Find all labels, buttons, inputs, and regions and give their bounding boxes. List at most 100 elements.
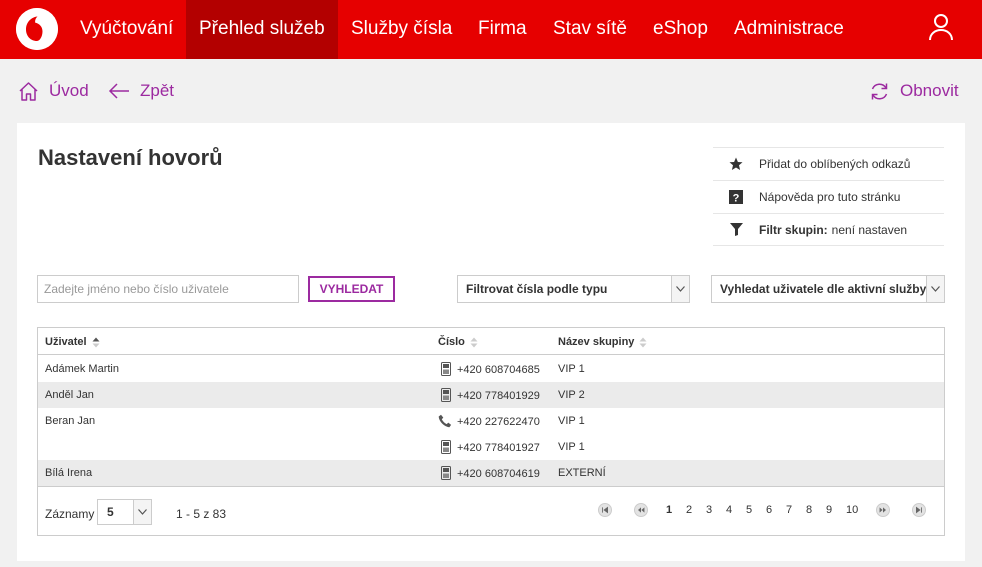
group-filter-link[interactable]: Filtr skupin: není nastaven	[713, 213, 944, 246]
group-filter-label: Filtr skupin:	[759, 222, 828, 237]
chevron-down-icon	[926, 276, 944, 302]
filter-icon	[713, 223, 759, 236]
mobile-icon	[441, 388, 451, 402]
nav-stav-site[interactable]: Stav sítě	[540, 0, 640, 59]
cell-number: +420 778401927	[440, 440, 540, 454]
main-panel: Nastavení hovorů Přidat do oblíbených od…	[17, 123, 965, 561]
cell-number-text: +420 227622470	[457, 415, 540, 428]
cell-group: VIP 1	[558, 441, 585, 453]
table-row[interactable]: Beran Jan +420 227622470 VIP 1	[38, 408, 944, 434]
refresh-link[interactable]: Obnovit	[869, 76, 959, 106]
page-3[interactable]: 3	[706, 504, 712, 516]
nav-eshop[interactable]: eShop	[640, 0, 721, 59]
add-favorite-link[interactable]: Přidat do oblíbených odkazů	[713, 147, 944, 180]
home-icon	[19, 81, 38, 101]
mobile-icon	[441, 440, 451, 454]
page-2[interactable]: 2	[686, 504, 692, 516]
cell-number-text: +420 778401929	[457, 389, 540, 402]
page-6[interactable]: 6	[766, 504, 772, 516]
page-8[interactable]: 8	[806, 504, 812, 516]
page-title: Nastavení hovorů	[38, 145, 223, 170]
nav-administrace[interactable]: Administrace	[721, 0, 857, 59]
records-label: Záznamy	[45, 507, 95, 521]
header-group-label: Název skupiny	[558, 336, 635, 348]
first-page-icon[interactable]	[598, 503, 612, 517]
cell-number: +420 608704685	[440, 362, 540, 376]
mobile-icon	[441, 466, 451, 480]
nav-firma[interactable]: Firma	[465, 0, 540, 59]
header-user-label: Uživatel	[45, 336, 87, 348]
sort-icon	[639, 337, 647, 347]
chevron-down-icon	[133, 500, 151, 524]
cell-number: +420 608704619	[440, 466, 540, 480]
page-9[interactable]: 9	[826, 504, 832, 516]
help-icon: ?	[713, 190, 759, 204]
records-range: 1 - 5 z 83	[176, 507, 227, 521]
phone-icon	[438, 414, 452, 428]
cell-number-text: +420 608704619	[457, 467, 540, 480]
table-footer: Záznamy 5 1 - 5 z 83 1 2 3 4 5 6 7 8 9 1…	[38, 486, 944, 535]
top-navigation: Vyúčtování Přehled služeb Služby čísla F…	[0, 0, 982, 59]
mobile-icon	[441, 362, 451, 376]
star-icon	[713, 157, 759, 171]
header-group[interactable]: Název skupiny	[558, 336, 647, 348]
sort-asc-icon	[92, 337, 100, 347]
page-1[interactable]: 1	[666, 504, 672, 516]
add-favorite-label: Přidat do oblíbených odkazů	[759, 157, 911, 171]
nav-sluzby-cisla[interactable]: Služby čísla	[338, 0, 465, 59]
chevron-down-icon	[671, 276, 689, 302]
next-page-icon[interactable]	[876, 503, 890, 517]
refresh-label: Obnovit	[900, 81, 959, 100]
search-button[interactable]: VYHLEDAT	[308, 276, 395, 302]
header-number[interactable]: Číslo	[438, 336, 478, 348]
active-service-filter[interactable]: Vyhledat uživatele dle aktivní služby	[711, 275, 945, 303]
vodafone-logo[interactable]	[16, 8, 58, 50]
home-label: Úvod	[49, 81, 89, 100]
number-type-filter[interactable]: Filtrovat čísla podle typu	[457, 275, 690, 303]
back-label: Zpět	[140, 81, 175, 100]
table-row[interactable]: Bílá Irena +420 608704619 EXTERNÍ	[38, 460, 944, 486]
refresh-icon	[871, 82, 888, 100]
cell-user: Bílá Irena	[45, 467, 93, 479]
table-row[interactable]: +420 778401927 VIP 1	[38, 434, 944, 460]
svg-text:?: ?	[733, 193, 740, 205]
user-search-input[interactable]	[37, 275, 299, 303]
cell-user: Anděl Jan	[45, 389, 94, 401]
cell-group: VIP 1	[558, 363, 585, 375]
last-page-icon[interactable]	[912, 503, 926, 517]
nav-vyuctovani[interactable]: Vyúčtování	[67, 0, 186, 59]
previous-page-icon[interactable]	[634, 503, 648, 517]
sort-icon	[470, 337, 478, 347]
cell-number-text: +420 778401927	[457, 441, 540, 454]
page-10[interactable]: 10	[846, 504, 858, 516]
page-size-select[interactable]: 5	[97, 499, 152, 525]
page-size-value: 5	[107, 505, 114, 519]
cell-group: EXTERNÍ	[558, 467, 606, 479]
home-link[interactable]: Úvod	[18, 76, 89, 106]
arrow-left-icon	[108, 83, 129, 99]
user-account-icon[interactable]	[928, 13, 954, 41]
table-row[interactable]: Adámek Martin +420 608704685 VIP 1	[38, 356, 944, 382]
cell-group: VIP 2	[558, 389, 585, 401]
table-header: Uživatel Číslo Název skupiny	[38, 328, 944, 355]
cell-number-text: +420 608704685	[457, 363, 540, 376]
cell-group: VIP 1	[558, 415, 585, 427]
cell-user: Beran Jan	[45, 415, 96, 427]
back-link[interactable]: Zpět	[108, 76, 174, 106]
cell-number: +420 227622470	[438, 414, 540, 428]
page-7[interactable]: 7	[786, 504, 792, 516]
nav-prehled-sluzeb[interactable]: Přehled služeb	[186, 0, 338, 59]
header-user[interactable]: Uživatel	[45, 336, 100, 348]
active-service-filter-label: Vyhledat uživatele dle aktivní služby	[720, 282, 927, 296]
page-5[interactable]: 5	[746, 504, 752, 516]
page-4[interactable]: 4	[726, 504, 732, 516]
users-table: Uživatel Číslo Název skupiny Adámek Mart…	[37, 327, 945, 536]
group-filter-value: není nastaven	[831, 222, 908, 237]
help-label: Nápověda pro tuto stránku	[759, 190, 901, 204]
help-link[interactable]: ? Nápověda pro tuto stránku	[713, 180, 944, 213]
table-row[interactable]: Anděl Jan +420 778401929 VIP 2	[38, 382, 944, 408]
side-links: Přidat do oblíbených odkazů ? Nápověda p…	[713, 147, 944, 246]
header-number-label: Číslo	[438, 336, 465, 348]
number-type-filter-label: Filtrovat čísla podle typu	[466, 282, 608, 296]
cell-number: +420 778401929	[440, 388, 540, 402]
